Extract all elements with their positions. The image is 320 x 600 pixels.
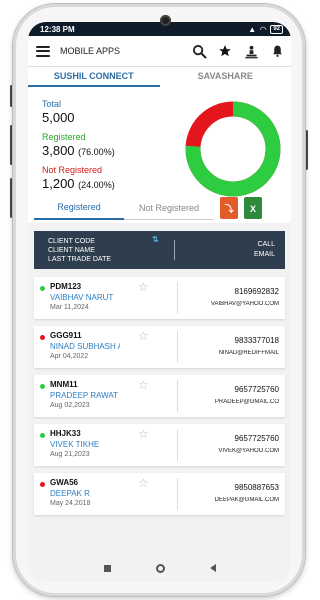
registered-pct: (76.00%) bbox=[78, 147, 115, 157]
client-name[interactable]: VAIBHAV NARUT bbox=[50, 293, 120, 302]
tab-sushil-connect[interactable]: SUSHIL CONNECT bbox=[28, 67, 160, 87]
not-registered-value: 1,200 bbox=[42, 176, 75, 191]
power-button[interactable] bbox=[305, 130, 308, 170]
favorite-star-icon[interactable]: ☆ bbox=[138, 280, 149, 294]
client-name[interactable]: DEEPAK R bbox=[50, 489, 120, 498]
client-code: GWA56 bbox=[50, 478, 79, 487]
client-code: GGG911 bbox=[50, 331, 82, 340]
recent-apps-icon[interactable] bbox=[103, 564, 111, 572]
favorite-star-icon[interactable]: ☆ bbox=[138, 329, 149, 343]
app-title: MOBILE APPS bbox=[60, 46, 121, 56]
registered-value: 3,800 bbox=[42, 143, 75, 158]
client-code: HHJK33 bbox=[50, 429, 81, 438]
client-row[interactable]: GWA56 DEEPAK R May 24,2018 ☆ 9850887653 DEEPA… bbox=[34, 473, 285, 515]
header-email: EMAIL bbox=[253, 251, 275, 258]
status-dot bbox=[40, 433, 45, 438]
sort-icon[interactable]: ⇅ bbox=[152, 235, 159, 244]
client-phone[interactable]: 9657725760 bbox=[178, 385, 280, 394]
bell-icon[interactable] bbox=[269, 43, 285, 59]
status-bar: 12:38 PM ▲ ◠ 92 bbox=[28, 22, 291, 36]
status-time: 12:38 PM bbox=[40, 24, 75, 34]
last-trade-date: Apr 04,2022 bbox=[50, 353, 89, 360]
header-call: CALL bbox=[257, 241, 275, 248]
last-trade-date: Aug 21,2023 bbox=[50, 451, 90, 458]
client-phone[interactable]: 8169692832 bbox=[178, 287, 280, 296]
not-registered-pct: (24.00%) bbox=[78, 180, 115, 190]
client-name[interactable]: VIVEK TIKHE bbox=[50, 440, 120, 449]
client-list: PDM123 VAIBHAV NARUT Mar 11,2024 ☆ 816969283… bbox=[28, 269, 291, 515]
pdf-export-icon[interactable]: ⤵ bbox=[220, 197, 238, 219]
favorite-star-icon[interactable]: ☆ bbox=[138, 427, 149, 441]
filter-tab-not-registered[interactable]: Not Registered bbox=[124, 197, 214, 220]
client-name[interactable]: PRADEEP RAWAT bbox=[50, 391, 120, 400]
client-phone[interactable]: 9850887653 bbox=[178, 483, 280, 492]
favorite-star-icon[interactable]: ☆ bbox=[138, 476, 149, 490]
client-phone[interactable]: 9833377018 bbox=[178, 336, 280, 345]
signal-icon: ▲ bbox=[248, 24, 257, 34]
client-row[interactable]: MNM11 PRADEEP RAWAT Aug 02,2023 ☆ 9657725760… bbox=[34, 375, 285, 417]
star-icon[interactable] bbox=[217, 43, 233, 59]
header-last-trade-date[interactable]: LAST TRADE DATE bbox=[48, 255, 174, 264]
client-row[interactable]: GGG911 NINAD SUBHASH AT Apr 04,2022 ☆ 983337… bbox=[34, 326, 285, 368]
client-email[interactable]: VAIBHAV@YAHOO.COM bbox=[178, 301, 279, 307]
client-phone[interactable]: 9657725760 bbox=[178, 434, 280, 443]
client-name[interactable]: NINAD SUBHASH AT bbox=[50, 342, 120, 351]
client-row[interactable]: PDM123 VAIBHAV NARUT Mar 11,2024 ☆ 816969283… bbox=[34, 277, 285, 319]
status-dot bbox=[40, 384, 45, 389]
status-dot bbox=[40, 482, 45, 487]
client-row[interactable]: HHJK33 VIVEK TIKHE Aug 21,2023 ☆ 9657725760 V… bbox=[34, 424, 285, 466]
status-dot bbox=[40, 286, 45, 291]
table-header: CLIENT CODE CLIENT NAME LAST TRADE DATE … bbox=[34, 231, 285, 269]
last-trade-date: Mar 11,2024 bbox=[50, 304, 89, 311]
tab-savashare[interactable]: SAVASHARE bbox=[160, 67, 292, 87]
battery-icon: 92 bbox=[270, 24, 283, 34]
summary-panel: Total 5,000 Registered 3,800 (76.00%) No… bbox=[28, 87, 291, 197]
last-trade-date: Aug 02,2023 bbox=[50, 402, 90, 409]
app-bar: MOBILE APPS bbox=[28, 36, 291, 67]
client-email[interactable]: DEEPAK@GMAIL.COM bbox=[178, 497, 279, 503]
last-trade-date: May 24,2018 bbox=[50, 500, 91, 507]
top-tabs: SUSHIL CONNECT SAVASHARE bbox=[28, 67, 291, 87]
home-icon[interactable] bbox=[155, 563, 165, 573]
client-code: PDM123 bbox=[50, 282, 82, 291]
screen: 12:38 PM ▲ ◠ 92 MOBILE APPS SUSHIL CONNE… bbox=[28, 22, 291, 582]
favorite-star-icon[interactable]: ☆ bbox=[138, 378, 149, 392]
client-email[interactable]: VIVEK@YAHOO.COM bbox=[178, 448, 279, 454]
filter-row: Registered Not Registered ⤵ X bbox=[28, 193, 291, 223]
menu-icon[interactable] bbox=[36, 45, 50, 57]
client-email[interactable]: NINAD@REDIFFMAIL bbox=[178, 350, 279, 356]
registration-donut-chart bbox=[185, 101, 281, 197]
back-icon[interactable] bbox=[209, 564, 216, 572]
status-dot bbox=[40, 335, 45, 340]
nav-bar bbox=[28, 558, 291, 578]
camera-icon bbox=[160, 15, 171, 26]
wifi-icon: ◠ bbox=[260, 24, 267, 34]
excel-export-icon[interactable]: X bbox=[244, 197, 262, 219]
client-email[interactable]: PRADEEP@GMAIL.CO bbox=[178, 399, 279, 405]
trophy-icon[interactable] bbox=[243, 43, 259, 59]
header-client-name[interactable]: CLIENT NAME bbox=[48, 246, 174, 255]
search-icon[interactable] bbox=[191, 43, 207, 59]
filter-tab-registered[interactable]: Registered bbox=[34, 196, 124, 220]
client-code: MNM11 bbox=[50, 380, 78, 389]
